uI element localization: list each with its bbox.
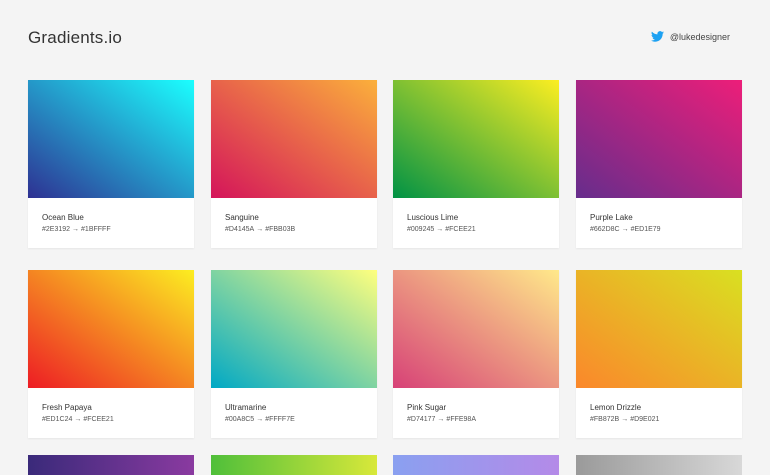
gradient-name: Pink Sugar [407, 403, 447, 412]
color-to[interactable]: #FFE98A [446, 416, 476, 423]
header: Gradients.io @lukedesigner [0, 0, 770, 70]
gradient-codes: #D74177 → #FFE98A [407, 416, 476, 423]
gradient-swatch[interactable] [28, 80, 194, 198]
gradient-swatch[interactable] [576, 80, 742, 198]
color-to[interactable]: #D9E021 [630, 416, 659, 423]
color-to[interactable]: #ED1E79 [631, 226, 661, 233]
gradient-name: Fresh Papaya [42, 403, 92, 412]
gradient-name: Lemon Drizzle [590, 403, 642, 412]
twitter-link[interactable]: @lukedesigner [650, 31, 730, 42]
arrow-icon: → [621, 416, 629, 423]
color-from[interactable]: #FB872B [590, 416, 619, 423]
gradient-swatch[interactable] [28, 270, 194, 388]
gradient-card[interactable]: Ultramarine #00A8C5 → #FFFF7E [211, 270, 377, 438]
gradient-codes: #00A8C5 → #FFFF7E [225, 416, 295, 423]
gradient-card[interactable]: Pink Sugar #D74177 → #FFE98A [393, 270, 559, 438]
gradient-name: Ocean Blue [42, 213, 84, 222]
gradient-swatch[interactable] [211, 270, 377, 388]
gradient-codes: #D4145A → #FBB03B [225, 226, 295, 233]
color-from[interactable]: #D4145A [225, 226, 254, 233]
twitter-handle: @lukedesigner [669, 31, 730, 42]
gradient-card[interactable]: Ocean Blue #2E3192 → #1BFFFF [28, 80, 194, 248]
gradient-name: Purple Lake [590, 213, 633, 222]
arrow-icon: → [436, 226, 444, 233]
gradient-card[interactable]: Fresh Papaya #ED1C24 → #FCEE21 [28, 270, 194, 438]
arrow-icon: → [256, 226, 264, 233]
arrow-icon: → [437, 416, 445, 423]
gradient-swatch[interactable] [393, 80, 559, 198]
color-from[interactable]: #ED1C24 [42, 416, 72, 423]
color-from[interactable]: #D74177 [407, 416, 435, 423]
gradient-swatch-partial[interactable] [28, 455, 194, 475]
arrow-icon: → [72, 226, 80, 233]
color-to[interactable]: #FFFF7E [265, 416, 295, 423]
gradient-codes: #FB872B → #D9E021 [590, 416, 659, 423]
gradient-name: Sanguine [225, 213, 259, 222]
color-to[interactable]: #1BFFFF [81, 226, 111, 233]
gradient-codes: #ED1C24 → #FCEE21 [42, 416, 114, 423]
gradient-codes: #009245 → #FCEE21 [407, 226, 476, 233]
gradient-swatch-partial[interactable] [576, 455, 742, 475]
gradient-swatch[interactable] [576, 270, 742, 388]
color-to[interactable]: #FBB03B [265, 226, 295, 233]
arrow-icon: → [256, 416, 264, 423]
site-logo[interactable]: Gradients.io [28, 28, 122, 48]
gradient-swatch[interactable] [393, 270, 559, 388]
color-to[interactable]: #FCEE21 [83, 416, 113, 423]
gradient-card[interactable]: Purple Lake #662D8C → #ED1E79 [576, 80, 742, 248]
gradient-name: Luscious Lime [407, 213, 459, 222]
gradient-card[interactable]: Sanguine #D4145A → #FBB03B [211, 80, 377, 248]
gradient-codes: #662D8C → #ED1E79 [590, 226, 661, 233]
arrow-icon: → [621, 226, 629, 233]
color-from[interactable]: #00A8C5 [225, 416, 254, 423]
gradient-card[interactable]: Lemon Drizzle #FB872B → #D9E021 [576, 270, 742, 438]
gradient-swatch-partial[interactable] [393, 455, 559, 475]
gradient-codes: #2E3192 → #1BFFFF [42, 226, 111, 233]
arrow-icon: → [74, 416, 82, 423]
twitter-bird-icon [650, 31, 664, 42]
color-from[interactable]: #662D8C [590, 226, 620, 233]
gradient-swatch[interactable] [211, 80, 377, 198]
gradient-card[interactable]: Luscious Lime #009245 → #FCEE21 [393, 80, 559, 248]
color-from[interactable]: #2E3192 [42, 226, 70, 233]
gradient-swatch-partial[interactable] [211, 455, 377, 475]
color-to[interactable]: #FCEE21 [445, 226, 475, 233]
gradient-name: Ultramarine [225, 403, 267, 412]
color-from[interactable]: #009245 [407, 226, 434, 233]
